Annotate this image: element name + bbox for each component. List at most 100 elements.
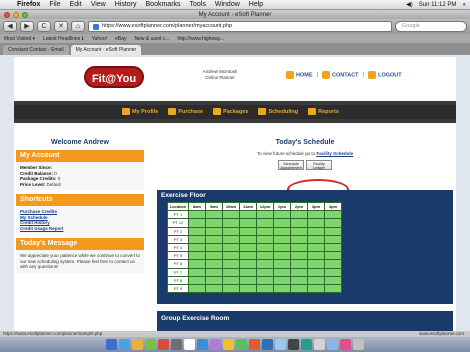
dock-app-icon[interactable] — [223, 339, 234, 350]
dock-app-icon[interactable] — [353, 339, 364, 350]
available-slot[interactable] — [324, 259, 342, 269]
forward-button[interactable]: ▶ — [20, 21, 34, 32]
tab-constant-contact[interactable]: Constant Contact - Email — [3, 45, 69, 55]
bookmark-most-visited[interactable]: Most Visited ▾ — [4, 36, 35, 42]
available-slot[interactable] — [256, 242, 274, 253]
available-slot[interactable] — [324, 218, 342, 228]
available-slot[interactable] — [222, 226, 240, 236]
facility-ledger-button[interactable]: Facility Ledger — [306, 160, 332, 170]
menu-tools[interactable]: Tools — [190, 1, 206, 8]
logout-link[interactable]: LOGOUT — [368, 71, 402, 79]
available-slot[interactable] — [324, 226, 342, 236]
available-slot[interactable] — [273, 234, 291, 244]
dock-app-icon[interactable] — [314, 339, 325, 350]
available-slot[interactable] — [307, 283, 325, 294]
available-slot[interactable] — [307, 267, 325, 277]
menu-help[interactable]: Help — [249, 1, 263, 8]
available-slot[interactable] — [307, 234, 325, 244]
dock-app-icon[interactable] — [236, 339, 247, 350]
dock-app-icon[interactable] — [171, 339, 182, 350]
available-slot[interactable] — [256, 267, 274, 277]
available-slot[interactable] — [239, 234, 257, 244]
dock-app-icon[interactable] — [145, 339, 156, 350]
facility-schedule-link[interactable]: Facility Schedule — [316, 151, 353, 156]
available-slot[interactable] — [324, 234, 342, 244]
menu-window[interactable]: Window — [215, 1, 240, 8]
available-slot[interactable] — [324, 210, 342, 220]
available-slot[interactable] — [239, 218, 257, 228]
available-slot[interactable] — [205, 242, 223, 253]
available-slot[interactable] — [256, 283, 274, 294]
available-slot[interactable] — [205, 218, 223, 228]
nav-packages[interactable]: Packages — [213, 108, 248, 115]
available-slot[interactable] — [307, 210, 325, 220]
available-slot[interactable] — [222, 275, 240, 285]
available-slot[interactable] — [256, 251, 274, 261]
available-slot[interactable] — [188, 251, 206, 261]
available-slot[interactable] — [290, 242, 308, 253]
available-slot[interactable] — [205, 251, 223, 261]
home-link[interactable]: HOME — [286, 71, 313, 79]
stop-button[interactable]: ✕ — [54, 21, 68, 32]
dock-app-icon[interactable] — [288, 339, 299, 350]
available-slot[interactable] — [222, 251, 240, 261]
available-slot[interactable] — [307, 226, 325, 236]
contact-link[interactable]: CONTACT — [322, 71, 359, 79]
available-slot[interactable] — [222, 242, 240, 253]
volume-icon[interactable]: ◀) — [406, 1, 413, 8]
dock-app-icon[interactable] — [275, 339, 286, 350]
dock-app-icon[interactable] — [158, 339, 169, 350]
available-slot[interactable] — [188, 210, 206, 220]
nav-reports[interactable]: Reports — [308, 108, 339, 115]
available-slot[interactable] — [307, 218, 325, 228]
available-slot[interactable] — [239, 226, 257, 236]
available-slot[interactable] — [273, 251, 291, 261]
available-slot[interactable] — [222, 283, 240, 294]
available-slot[interactable] — [222, 234, 240, 244]
available-slot[interactable] — [239, 210, 257, 220]
available-slot[interactable] — [290, 226, 308, 236]
dock-app-icon[interactable] — [184, 339, 195, 350]
available-slot[interactable] — [256, 234, 274, 244]
available-slot[interactable] — [239, 275, 257, 285]
credit-usage-link[interactable]: Credit Usage Report — [20, 226, 140, 232]
available-slot[interactable] — [290, 259, 308, 269]
dock-app-icon[interactable] — [249, 339, 260, 350]
available-slot[interactable] — [256, 259, 274, 269]
menu-history[interactable]: History — [115, 1, 137, 8]
available-slot[interactable] — [273, 242, 291, 253]
nav-purchase[interactable]: Purchase — [168, 108, 203, 115]
available-slot[interactable] — [188, 218, 206, 228]
available-slot[interactable] — [307, 275, 325, 285]
available-slot[interactable] — [273, 267, 291, 277]
spotlight-icon[interactable]: ● — [462, 2, 466, 8]
clock[interactable]: Sun 11:12 PM — [419, 2, 457, 8]
available-slot[interactable] — [239, 267, 257, 277]
available-slot[interactable] — [290, 218, 308, 228]
available-slot[interactable] — [205, 226, 223, 236]
available-slot[interactable] — [239, 283, 257, 294]
available-slot[interactable] — [188, 275, 206, 285]
available-slot[interactable] — [222, 267, 240, 277]
bookmark-highway[interactable]: http://www.highway... — [178, 36, 225, 42]
available-slot[interactable] — [307, 242, 325, 253]
available-slot[interactable] — [290, 210, 308, 220]
available-slot[interactable] — [222, 259, 240, 269]
available-slot[interactable] — [239, 259, 257, 269]
nav-scheduling[interactable]: Scheduling — [258, 108, 298, 115]
available-slot[interactable] — [188, 259, 206, 269]
tab-my-account[interactable]: My Account - eSoft Planner — [70, 45, 142, 55]
dock-app-icon[interactable] — [119, 339, 130, 350]
menu-edit[interactable]: Edit — [70, 1, 82, 8]
available-slot[interactable] — [205, 275, 223, 285]
available-slot[interactable] — [256, 218, 274, 228]
available-slot[interactable] — [205, 283, 223, 294]
bookmark-ebay[interactable]: eBay — [115, 36, 126, 42]
available-slot[interactable] — [290, 283, 308, 294]
schedule-appointment-button[interactable]: Schedule Appointment — [278, 160, 304, 170]
dock-app-icon[interactable] — [262, 339, 273, 350]
menu-file[interactable]: File — [49, 1, 60, 8]
bookmark-latest-headlines[interactable]: Latest Headlines ℹ — [43, 36, 84, 42]
dock-app-icon[interactable] — [197, 339, 208, 350]
available-slot[interactable] — [273, 259, 291, 269]
